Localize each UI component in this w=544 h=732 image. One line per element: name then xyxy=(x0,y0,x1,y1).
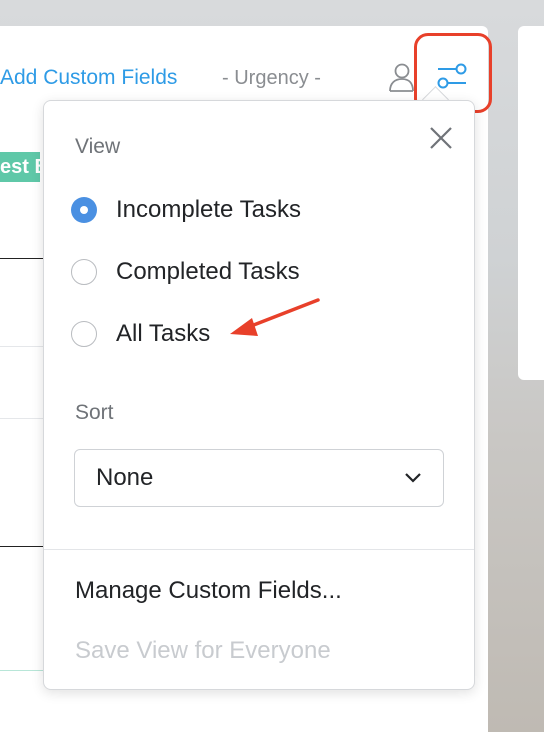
radio-label: All Tasks xyxy=(116,320,211,347)
save-view-link: Save View for Everyone xyxy=(75,637,331,664)
close-icon[interactable] xyxy=(428,125,454,151)
side-card xyxy=(518,26,544,380)
row-divider xyxy=(0,670,44,671)
radio-unselected-icon[interactable] xyxy=(71,321,97,347)
row-divider xyxy=(0,346,44,347)
row-divider xyxy=(0,418,44,419)
view-heading: View xyxy=(75,135,121,158)
sort-select[interactable]: None xyxy=(74,449,444,507)
menu-divider xyxy=(44,549,474,550)
sort-heading: Sort xyxy=(75,401,114,424)
sort-select-value: None xyxy=(96,464,154,491)
radio-unselected-icon[interactable] xyxy=(71,259,97,285)
add-custom-fields-link[interactable]: Add Custom Fields xyxy=(0,66,177,90)
radio-label: Incomplete Tasks xyxy=(116,196,301,223)
radio-label: Completed Tasks xyxy=(116,258,300,285)
urgency-column-header[interactable]: - Urgency - xyxy=(222,67,321,90)
person-icon[interactable] xyxy=(388,62,414,92)
radio-all-tasks[interactable]: All Tasks xyxy=(71,317,210,351)
section-tag: est B xyxy=(0,152,40,182)
chevron-down-icon xyxy=(405,473,421,483)
radio-completed-tasks[interactable]: Completed Tasks xyxy=(71,255,300,289)
manage-custom-fields-link[interactable]: Manage Custom Fields... xyxy=(75,577,342,605)
radio-incomplete-tasks[interactable]: Incomplete Tasks xyxy=(71,193,301,227)
row-divider xyxy=(0,258,44,259)
section-tag-text: est B xyxy=(0,156,40,178)
radio-selected-icon[interactable] xyxy=(71,197,97,223)
row-divider xyxy=(0,546,44,547)
view-filter-dropdown: View Incomplete Tasks Completed Tasks Al… xyxy=(43,100,475,690)
